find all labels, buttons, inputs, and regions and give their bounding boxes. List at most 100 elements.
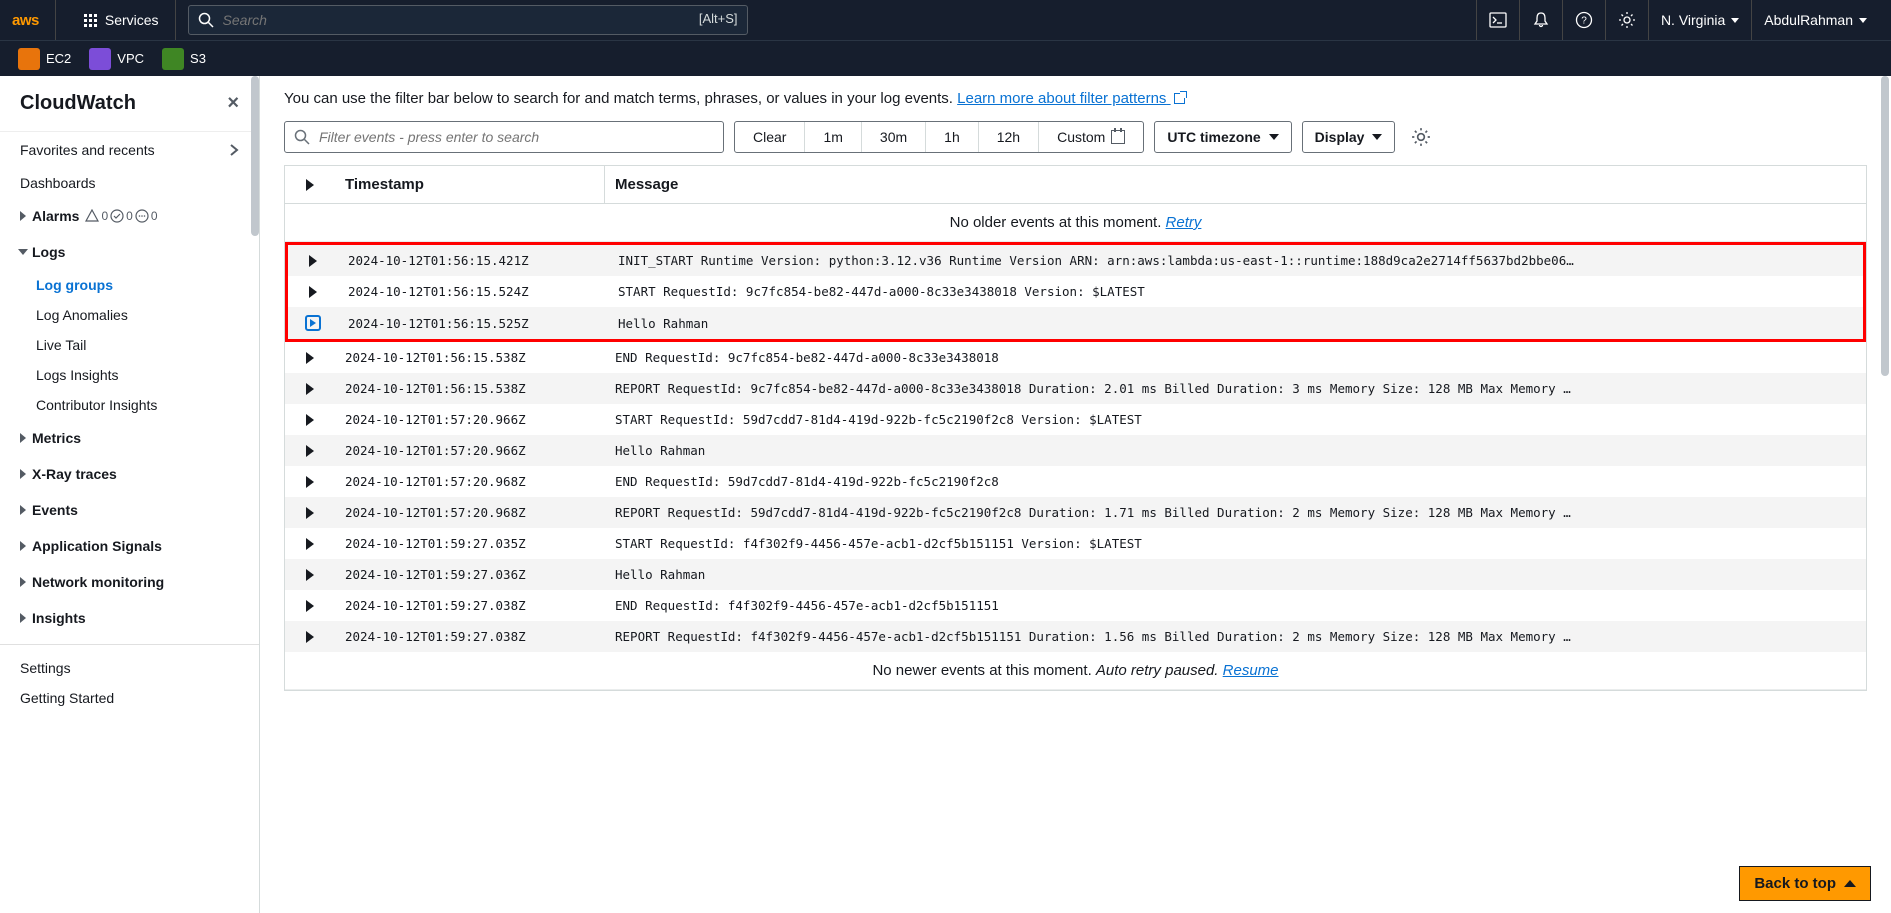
caret-right-icon [306, 600, 314, 612]
row-message: START RequestId: f4f302f9-4456-457e-acb1… [605, 536, 1866, 551]
time-btn-clear[interactable]: Clear [735, 122, 805, 152]
help-button[interactable]: ? [1562, 0, 1605, 40]
region-selector[interactable]: N. Virginia [1648, 0, 1751, 40]
caret-right-icon [306, 414, 314, 426]
sidebar-divider [0, 644, 259, 645]
nav-network-monitoring[interactable]: Network monitoring [0, 564, 259, 600]
nav-logs-contributor-insights[interactable]: Contributor Insights [0, 390, 259, 420]
row-expand-toggle[interactable] [285, 414, 335, 426]
time-btn-1h[interactable]: 1h [926, 122, 979, 152]
main-scrollbar[interactable] [1881, 76, 1889, 376]
table-settings-button[interactable] [1411, 127, 1431, 147]
favorites-label: Favorites and recents [20, 142, 155, 158]
notifications-button[interactable] [1519, 0, 1562, 40]
nav-x-ray-traces[interactable]: X-Ray traces [0, 456, 259, 492]
global-search-wrap: [Alt+S] [188, 5, 748, 35]
no-older-text: No older events at this moment. [950, 214, 1166, 231]
row-expand-toggle[interactable] [288, 315, 338, 331]
nav-insights[interactable]: Insights [0, 600, 259, 636]
services-label: Services [105, 12, 159, 28]
log-event-row[interactable]: 2024-10-12T01:56:15.525ZHello Rahman [288, 307, 1863, 339]
nav-getting-started[interactable]: Getting Started [0, 683, 259, 713]
log-event-row[interactable]: 2024-10-12T01:57:20.968ZREPORT RequestId… [285, 497, 1866, 528]
log-event-row[interactable]: 2024-10-12T01:56:15.538ZEND RequestId: 9… [285, 342, 1866, 373]
nav-logs-log-anomalies[interactable]: Log Anomalies [0, 300, 259, 330]
row-expand-toggle[interactable] [285, 631, 335, 643]
close-sidebar-icon[interactable]: × [227, 92, 239, 115]
log-event-row[interactable]: 2024-10-12T01:59:27.035ZSTART RequestId:… [285, 528, 1866, 559]
nav-logs-logs-insights[interactable]: Logs Insights [0, 360, 259, 390]
highlighted-rows: 2024-10-12T01:56:15.421ZINIT_START Runti… [285, 242, 1866, 342]
svc-shortcut-vpc[interactable]: VPC [83, 45, 150, 73]
row-expand-toggle[interactable] [285, 507, 335, 519]
log-event-row[interactable]: 2024-10-12T01:56:15.421ZINIT_START Runti… [288, 245, 1863, 276]
time-btn-12h[interactable]: 12h [979, 122, 1039, 152]
nav-logs[interactable]: Logs [0, 234, 259, 270]
global-search-input[interactable] [188, 5, 748, 35]
time-btn-1m[interactable]: 1m [805, 122, 861, 152]
nav-application-signals[interactable]: Application Signals [0, 528, 259, 564]
nav-dashboards[interactable]: Dashboards [0, 168, 259, 198]
filter-input-wrap [284, 121, 724, 153]
favorites-recents[interactable]: Favorites and recents [0, 131, 259, 168]
expand-all-toggle[interactable] [285, 166, 335, 203]
row-expand-toggle[interactable] [285, 445, 335, 457]
timezone-dropdown[interactable]: UTC timezone [1154, 121, 1291, 153]
row-expand-toggle[interactable] [285, 569, 335, 581]
filter-events-input[interactable] [284, 121, 724, 153]
log-event-row[interactable]: 2024-10-12T01:57:20.966ZSTART RequestId:… [285, 404, 1866, 435]
nav-metrics[interactable]: Metrics [0, 420, 259, 456]
nav-settings[interactable]: Settings [0, 653, 259, 683]
row-timestamp: 2024-10-12T01:56:15.421Z [338, 253, 608, 268]
nav-logs-live-tail[interactable]: Live Tail [0, 330, 259, 360]
aws-logo[interactable]: aws [12, 0, 56, 40]
log-event-row[interactable]: 2024-10-12T01:59:27.038ZEND RequestId: f… [285, 590, 1866, 621]
header-timestamp[interactable]: Timestamp [335, 166, 605, 203]
caret-right-icon [20, 211, 26, 221]
row-expand-toggle[interactable] [288, 255, 338, 267]
search-shortcut: [Alt+S] [699, 11, 738, 26]
caret-right-icon [20, 469, 26, 479]
row-expand-toggle[interactable] [285, 538, 335, 550]
time-btn-30m[interactable]: 30m [862, 122, 926, 152]
display-label: Display [1315, 129, 1365, 145]
service-title-row: CloudWatch × [0, 76, 259, 131]
row-expand-toggle[interactable] [285, 352, 335, 364]
nav-alarms[interactable]: Alarms 0 0 0 [0, 198, 259, 234]
nav-logs-log-groups[interactable]: Log groups [0, 270, 259, 300]
sidebar-scrollbar[interactable] [251, 76, 259, 236]
row-message: START RequestId: 9c7fc854-be82-447d-a000… [608, 284, 1863, 299]
caret-right-icon [306, 538, 314, 550]
row-message: END RequestId: f4f302f9-4456-457e-acb1-d… [605, 598, 1866, 613]
time-btn-custom[interactable]: Custom [1039, 122, 1143, 152]
services-menu[interactable]: Services [68, 0, 176, 40]
learn-more-link[interactable]: Learn more about filter patterns [957, 90, 1184, 107]
log-event-row[interactable]: 2024-10-12T01:59:27.038ZREPORT RequestId… [285, 621, 1866, 652]
row-timestamp: 2024-10-12T01:56:15.538Z [335, 381, 605, 396]
row-expand-toggle[interactable] [288, 286, 338, 298]
row-message: END RequestId: 9c7fc854-be82-447d-a000-8… [605, 350, 1866, 365]
row-expand-toggle[interactable] [285, 476, 335, 488]
log-event-row[interactable]: 2024-10-12T01:56:15.538ZREPORT RequestId… [285, 373, 1866, 404]
display-dropdown[interactable]: Display [1302, 121, 1396, 153]
settings-button[interactable] [1605, 0, 1648, 40]
row-timestamp: 2024-10-12T01:57:20.966Z [335, 412, 605, 427]
log-event-row[interactable]: 2024-10-12T01:59:27.036ZHello Rahman [285, 559, 1866, 590]
account-menu[interactable]: AbdulRahman [1751, 0, 1879, 40]
svc-shortcut-s3[interactable]: S3 [156, 45, 212, 73]
nav-events[interactable]: Events [0, 492, 259, 528]
log-event-row[interactable]: 2024-10-12T01:57:20.966ZHello Rahman [285, 435, 1866, 466]
header-message[interactable]: Message [605, 166, 1866, 203]
caret-right-icon [306, 352, 314, 364]
svc-shortcut-ec2[interactable]: EC2 [12, 45, 77, 73]
svg-text:?: ? [1581, 16, 1587, 27]
resume-link[interactable]: Resume [1223, 662, 1279, 679]
custom-label: Custom [1057, 129, 1105, 145]
row-expand-toggle[interactable] [285, 600, 335, 612]
back-to-top-button[interactable]: Back to top [1739, 866, 1871, 901]
row-expand-toggle[interactable] [285, 383, 335, 395]
cloudshell-button[interactable] [1476, 0, 1519, 40]
retry-link[interactable]: Retry [1166, 214, 1202, 231]
log-event-row[interactable]: 2024-10-12T01:57:20.968ZEND RequestId: 5… [285, 466, 1866, 497]
log-event-row[interactable]: 2024-10-12T01:56:15.524ZSTART RequestId:… [288, 276, 1863, 307]
